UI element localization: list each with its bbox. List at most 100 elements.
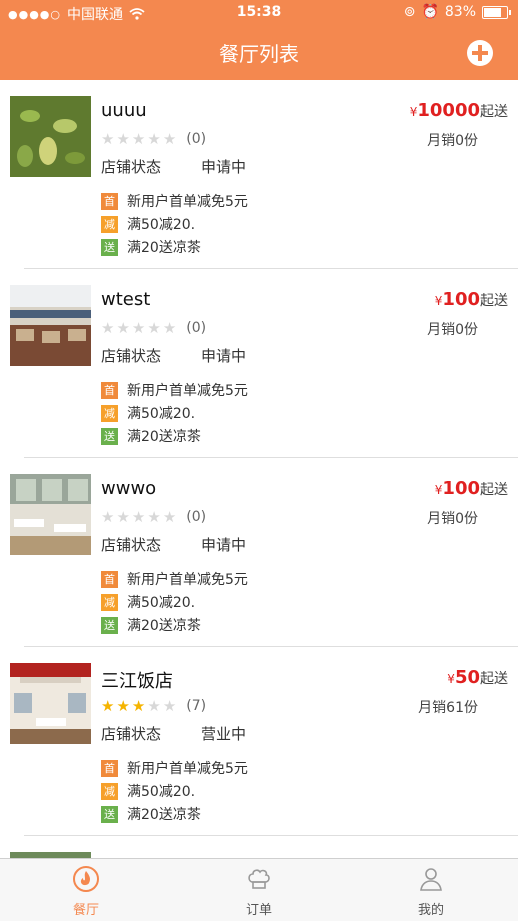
promo-text: 满20送凉茶 bbox=[127, 807, 201, 823]
promo-item: 首新用户首单减免5元 bbox=[101, 379, 248, 401]
star-icon: ★ bbox=[162, 130, 177, 148]
store-status-value: 申请中 bbox=[201, 158, 247, 176]
minimum-order-suffix: 起送 bbox=[480, 293, 508, 309]
star-icon: ★ bbox=[162, 697, 177, 715]
promo-text: 新用户首单减免5元 bbox=[127, 572, 248, 588]
tab-orders[interactable]: 订单 bbox=[209, 865, 309, 918]
restaurant-thumbnail bbox=[10, 663, 91, 744]
add-restaurant-button[interactable] bbox=[467, 40, 493, 66]
minimum-order: ¥100起送 bbox=[435, 289, 508, 310]
tab-restaurants[interactable]: 餐厅 bbox=[36, 865, 136, 918]
minimum-order-suffix: 起送 bbox=[480, 671, 508, 687]
star-icon: ★ bbox=[147, 697, 161, 715]
flame-icon bbox=[73, 866, 99, 892]
promo-text: 满50减20. bbox=[127, 595, 196, 611]
minimum-order-suffix: 起送 bbox=[480, 104, 508, 120]
restaurant-item[interactable]: 三江饭店 ¥50起送 ★ ★ ★ ★ ★ (7) 月销61份 店铺状态 营业中 … bbox=[0, 647, 518, 836]
promo-item: 送满20送凉茶 bbox=[101, 236, 248, 258]
minimum-order: ¥100起送 bbox=[435, 478, 508, 499]
promo-item: 送满20送凉茶 bbox=[101, 614, 248, 636]
tab-label: 我的 bbox=[417, 903, 444, 918]
rating-count: (0) bbox=[186, 509, 207, 525]
minimum-order-amount: 50 bbox=[454, 667, 480, 688]
minimum-order: ¥10000起送 bbox=[410, 100, 508, 121]
restaurant-name: wtest bbox=[101, 289, 151, 310]
promo-text: 满50减20. bbox=[127, 217, 196, 233]
star-icon: ★ bbox=[131, 697, 146, 715]
promo-text: 满20送凉茶 bbox=[127, 429, 201, 445]
promo-text: 满50减20. bbox=[127, 406, 196, 422]
star-icon: ★ bbox=[131, 319, 146, 337]
orientation-lock-icon: ⊚ bbox=[403, 4, 416, 20]
promo-text: 新用户首单减免5元 bbox=[127, 383, 248, 399]
promo-tag: 送 bbox=[101, 238, 118, 256]
star-icon: ★ bbox=[116, 130, 130, 148]
monthly-sales: 月销0份 bbox=[427, 322, 478, 338]
promo-item: 减满50减20. bbox=[101, 780, 248, 802]
page-title: 餐厅列表 bbox=[219, 42, 299, 66]
minimum-order: ¥50起送 bbox=[447, 667, 508, 688]
currency-symbol: ¥ bbox=[447, 672, 455, 686]
store-status-label: 店铺状态 bbox=[101, 347, 162, 365]
promo-tag: 送 bbox=[101, 805, 118, 823]
top-bar: ●●●●○ 中国联通 15:38 ⊚ ⏰ 83% 餐厅列表 bbox=[0, 0, 518, 80]
promotion-list: 首新用户首单减免5元 减满50减20. 送满20送凉茶 bbox=[101, 568, 248, 637]
restaurant-item[interactable]: uuuu ¥10000起送 ★ ★ ★ ★ ★ (0) 月销0份 店铺状态 申请… bbox=[0, 80, 518, 269]
store-status-value: 申请中 bbox=[201, 347, 247, 365]
promo-item: 送满20送凉茶 bbox=[101, 425, 248, 447]
promo-tag: 减 bbox=[101, 782, 118, 800]
promo-tag: 首 bbox=[101, 381, 118, 399]
rating-count: (7) bbox=[186, 698, 207, 714]
promo-item: 首新用户首单减免5元 bbox=[101, 568, 248, 590]
chef-hat-icon bbox=[248, 869, 270, 889]
restaurant-list[interactable]: uuuu ¥10000起送 ★ ★ ★ ★ ★ (0) 月销0份 店铺状态 申请… bbox=[0, 80, 518, 858]
promo-text: 满20送凉茶 bbox=[127, 618, 201, 634]
promotion-list: 首新用户首单减免5元 减满50减20. 送满20送凉茶 bbox=[101, 190, 248, 259]
promo-text: 新用户首单减免5元 bbox=[127, 194, 248, 210]
store-status-label: 店铺状态 bbox=[101, 725, 162, 743]
store-status-label: 店铺状态 bbox=[101, 158, 162, 176]
rating-count: (0) bbox=[186, 131, 207, 147]
alarm-icon: ⏰ bbox=[421, 4, 439, 20]
star-icon: ★ bbox=[162, 508, 177, 526]
tab-bar: 餐厅 订单 我的 bbox=[0, 858, 518, 921]
promo-tag: 减 bbox=[101, 593, 118, 611]
promo-tag: 减 bbox=[101, 215, 118, 233]
restaurant-name: wwwo bbox=[101, 478, 157, 499]
star-rating: ★ ★ ★ ★ ★ (7) bbox=[101, 697, 206, 715]
star-icon: ★ bbox=[131, 130, 146, 148]
restaurant-name: uuuu bbox=[101, 100, 147, 121]
minimum-order-amount: 100 bbox=[442, 478, 480, 499]
promo-tag: 首 bbox=[101, 570, 118, 588]
star-icon: ★ bbox=[101, 508, 115, 526]
star-icon: ★ bbox=[116, 508, 130, 526]
promo-text: 新用户首单减免5元 bbox=[127, 761, 248, 777]
star-icon: ★ bbox=[116, 319, 130, 337]
promotion-list: 首新用户首单减免5元 减满50减20. 送满20送凉茶 bbox=[101, 757, 248, 826]
monthly-sales: 月销0份 bbox=[427, 133, 478, 149]
promo-item: 送满20送凉茶 bbox=[101, 803, 248, 825]
star-icon: ★ bbox=[101, 697, 115, 715]
store-status-label: 店铺状态 bbox=[101, 536, 162, 554]
rating-count: (0) bbox=[186, 320, 207, 336]
star-icon: ★ bbox=[116, 697, 130, 715]
promo-item: 减满50减20. bbox=[101, 591, 248, 613]
restaurant-thumbnail bbox=[10, 96, 91, 177]
minimum-order-amount: 100 bbox=[442, 289, 480, 310]
star-icon: ★ bbox=[101, 319, 115, 337]
tab-profile[interactable]: 我的 bbox=[381, 865, 481, 918]
star-icon: ★ bbox=[147, 508, 161, 526]
promo-item: 首新用户首单减免5元 bbox=[101, 190, 248, 212]
restaurant-item-partial[interactable] bbox=[0, 836, 518, 858]
store-status-value: 营业中 bbox=[201, 725, 247, 743]
star-icon: ★ bbox=[101, 130, 115, 148]
tab-label: 订单 bbox=[245, 903, 272, 918]
restaurant-thumbnail bbox=[10, 285, 91, 366]
restaurant-item[interactable]: wtest ¥100起送 ★ ★ ★ ★ ★ (0) 月销0份 店铺状态 申请中… bbox=[0, 269, 518, 458]
minimum-order-suffix: 起送 bbox=[480, 482, 508, 498]
restaurant-item[interactable]: wwwo ¥100起送 ★ ★ ★ ★ ★ (0) 月销0份 店铺状态 申请中 … bbox=[0, 458, 518, 647]
user-icon bbox=[420, 868, 442, 891]
promo-tag: 首 bbox=[101, 192, 118, 210]
star-icon: ★ bbox=[131, 508, 146, 526]
monthly-sales: 月销61份 bbox=[418, 700, 478, 716]
